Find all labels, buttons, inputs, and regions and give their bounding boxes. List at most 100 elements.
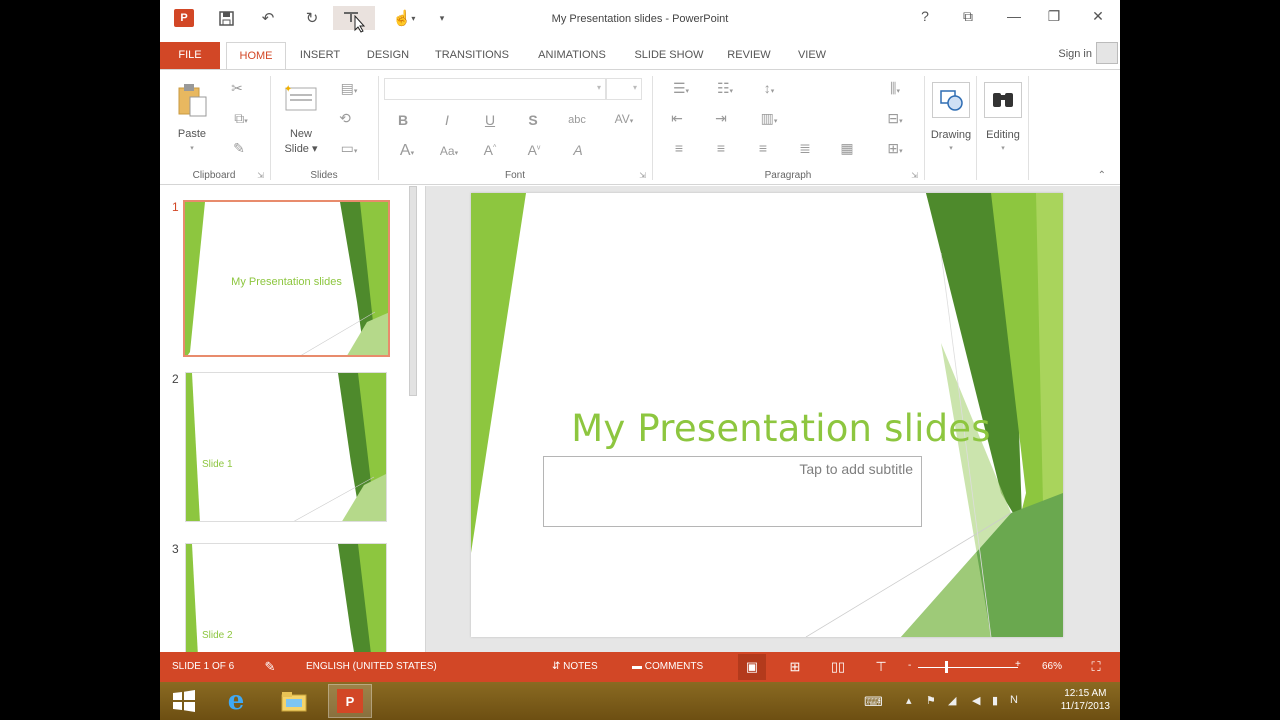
align-text-icon[interactable]: ⊟▾ bbox=[880, 110, 910, 127]
action-center-icon[interactable]: ⚑ bbox=[926, 694, 936, 707]
drawing-label[interactable]: Drawing bbox=[926, 128, 976, 142]
slide-show-icon[interactable]: ⊤ bbox=[867, 654, 895, 680]
editing-label[interactable]: Editing bbox=[978, 128, 1028, 142]
line-spacing-icon[interactable]: ↕▾ bbox=[754, 80, 784, 96]
justify-icon[interactable]: ≣ bbox=[796, 140, 814, 157]
tab-transitions[interactable]: TRANSITIONS bbox=[430, 42, 514, 69]
volume-icon[interactable]: ◀ bbox=[972, 694, 980, 707]
bullets-icon[interactable]: ☰▾ bbox=[666, 80, 696, 97]
collapse-ribbon-icon[interactable]: ⌃ bbox=[1098, 170, 1106, 181]
tab-review[interactable]: REVIEW bbox=[722, 42, 776, 69]
file-explorer-icon[interactable] bbox=[272, 684, 316, 718]
slide-thumbnail-3[interactable]: Slide 2 bbox=[185, 543, 387, 663]
system-clock[interactable]: 12:15 AM 11/17/2013 bbox=[1061, 687, 1110, 713]
binoculars-icon[interactable] bbox=[984, 82, 1022, 118]
reset-icon[interactable]: ⟲ bbox=[334, 110, 356, 127]
copy-icon[interactable]: ⧉▾ bbox=[226, 110, 256, 127]
font-name-combo[interactable]: ▾ bbox=[384, 78, 606, 100]
comments-button[interactable]: ▬ COMMENTS bbox=[632, 661, 703, 672]
font-size-combo[interactable]: ▾ bbox=[606, 78, 642, 100]
tab-animations[interactable]: ANIMATIONS bbox=[530, 42, 614, 69]
normal-view-icon[interactable]: ▣ bbox=[738, 654, 766, 680]
paste-icon[interactable] bbox=[176, 82, 210, 118]
tab-file[interactable]: FILE bbox=[160, 42, 220, 69]
ribbon-display-options-button[interactable]: ⧉ bbox=[957, 8, 979, 25]
tab-design[interactable]: DESIGN bbox=[360, 42, 416, 69]
zoom-level[interactable]: 66% bbox=[1042, 661, 1062, 672]
numbering-icon[interactable]: ☷▾ bbox=[710, 80, 740, 97]
align-left-icon[interactable]: ≡ bbox=[670, 140, 688, 156]
change-case-button[interactable]: Aa▾ bbox=[432, 144, 466, 158]
reading-view-icon[interactable]: ▯▯ bbox=[824, 654, 852, 680]
character-spacing-button[interactable]: AV▾ bbox=[610, 112, 638, 126]
new-slide-label-1[interactable]: New bbox=[276, 127, 326, 141]
drawing-icon[interactable] bbox=[932, 82, 970, 118]
spelling-check-icon[interactable]: ✎ bbox=[256, 654, 284, 680]
subtitle-placeholder-box[interactable]: Tap to add subtitle bbox=[543, 456, 922, 527]
paragraph-launcher-icon[interactable]: ⇲ bbox=[911, 171, 918, 180]
tab-view[interactable]: VIEW bbox=[788, 42, 836, 69]
minimize-button[interactable]: — bbox=[1003, 8, 1025, 24]
tab-insert[interactable]: INSERT bbox=[293, 42, 347, 69]
increase-indent-icon[interactable]: ⇥ bbox=[712, 110, 730, 127]
cut-icon[interactable]: ✂ bbox=[228, 80, 246, 97]
layout-icon[interactable]: ▤▾ bbox=[334, 80, 364, 97]
section-icon[interactable]: ▭▾ bbox=[334, 140, 364, 157]
smartart-icon[interactable]: ▦ bbox=[838, 140, 856, 157]
current-slide[interactable]: My Presentation slides Tap to add subtit… bbox=[471, 193, 1063, 637]
new-slide-icon[interactable]: ✦ bbox=[282, 82, 320, 116]
slide-sorter-icon[interactable]: ⊞ bbox=[781, 654, 809, 680]
slide-thumbnail-1[interactable]: My Presentation slides bbox=[183, 200, 390, 357]
align-center-icon[interactable]: ≡ bbox=[712, 140, 730, 156]
grow-font-button[interactable]: A^ bbox=[480, 142, 500, 158]
convert-to-smartart-icon[interactable]: ⊞▾ bbox=[880, 140, 910, 157]
italic-button[interactable]: I bbox=[438, 112, 456, 128]
internet-explorer-icon[interactable]: e bbox=[214, 684, 258, 718]
avatar[interactable] bbox=[1096, 42, 1118, 64]
zoom-in-button[interactable]: + bbox=[1015, 659, 1021, 670]
slide-count[interactable]: SLIDE 1 OF 6 bbox=[172, 661, 234, 672]
slide-title[interactable]: My Presentation slides bbox=[511, 407, 1051, 450]
sign-in-link[interactable]: Sign in bbox=[1058, 48, 1092, 60]
text-direction-icon[interactable]: ⫼▾ bbox=[880, 80, 910, 97]
fit-slide-icon[interactable]: ⛶ bbox=[1082, 654, 1110, 680]
tab-home[interactable]: HOME bbox=[226, 42, 286, 70]
battery-icon[interactable]: ▮ bbox=[992, 694, 998, 707]
font-launcher-icon[interactable]: ⇲ bbox=[639, 171, 646, 180]
clipboard-launcher-icon[interactable]: ⇲ bbox=[257, 171, 264, 180]
drawing-dropdown-icon[interactable]: ▾ bbox=[945, 144, 957, 152]
clear-formatting-button[interactable]: A bbox=[568, 142, 588, 158]
zoom-slider-thumb[interactable] bbox=[945, 661, 948, 673]
scrollbar-thumb[interactable] bbox=[409, 186, 417, 396]
close-button[interactable]: ✕ bbox=[1087, 8, 1109, 25]
font-color-button[interactable]: A▾ bbox=[392, 142, 422, 160]
language-indicator[interactable]: ENGLISH (UNITED STATES) bbox=[306, 661, 437, 672]
decrease-indent-icon[interactable]: ⇤ bbox=[668, 110, 686, 127]
windows-start-icon[interactable] bbox=[162, 684, 206, 718]
network-icon[interactable]: ◢ bbox=[948, 694, 956, 707]
columns-icon[interactable]: ▥▾ bbox=[754, 110, 784, 127]
restore-button[interactable]: ❐ bbox=[1043, 8, 1065, 25]
bold-button[interactable]: B bbox=[394, 112, 412, 128]
help-button[interactable]: ? bbox=[914, 8, 936, 24]
thumbnail-scrollbar[interactable] bbox=[407, 186, 419, 652]
align-right-icon[interactable]: ≡ bbox=[754, 140, 772, 156]
paste-dropdown-icon[interactable]: ▾ bbox=[186, 144, 198, 152]
format-painter-icon[interactable]: ✎ bbox=[230, 140, 248, 157]
touch-keyboard-icon[interactable]: ⌨ bbox=[864, 694, 883, 710]
show-hidden-icons[interactable]: ▴ bbox=[906, 694, 912, 707]
ime-icon[interactable]: N bbox=[1010, 694, 1018, 706]
powerpoint-taskbar-icon[interactable]: P bbox=[328, 684, 372, 718]
slide-thumbnail-2[interactable]: Slide 1 bbox=[185, 372, 387, 522]
strikethrough-button[interactable]: abc bbox=[562, 114, 592, 126]
notes-button[interactable]: ⇵ NOTES bbox=[552, 661, 598, 672]
zoom-slider[interactable] bbox=[918, 667, 1018, 668]
shrink-font-button[interactable]: Av bbox=[524, 142, 544, 158]
paste-label[interactable]: Paste bbox=[170, 127, 214, 141]
underline-button[interactable]: U bbox=[481, 112, 499, 128]
text-shadow-button[interactable]: S bbox=[524, 112, 542, 128]
editing-dropdown-icon[interactable]: ▾ bbox=[997, 144, 1009, 152]
tab-slide-show[interactable]: SLIDE SHOW bbox=[628, 42, 710, 69]
zoom-out-button[interactable]: - bbox=[908, 660, 911, 671]
new-slide-label-2[interactable]: Slide ▾ bbox=[276, 142, 326, 156]
